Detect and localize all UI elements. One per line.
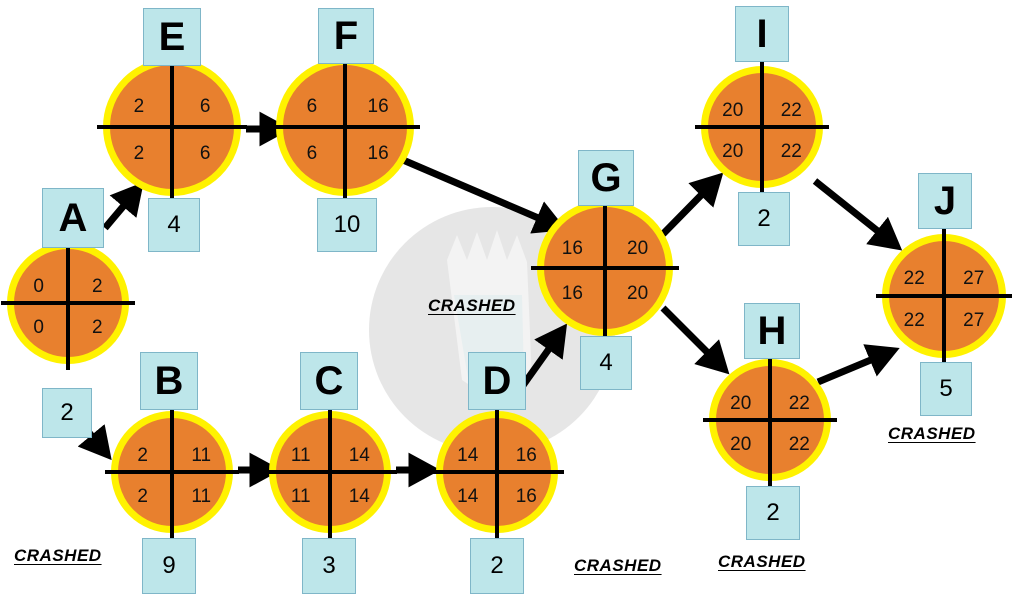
node-horizontal-divider xyxy=(97,125,247,129)
node-e-latest-finish: 6 xyxy=(199,142,211,164)
node-duration-i[interactable]: 2 xyxy=(738,192,790,246)
node-horizontal-divider xyxy=(270,125,420,129)
node-i-earliest-start: 20 xyxy=(722,99,744,121)
node-e-latest-start: 2 xyxy=(133,142,145,164)
node-duration-d[interactable]: 2 xyxy=(470,538,524,594)
node-a-latest-finish: 2 xyxy=(91,316,103,338)
node-duration-j[interactable]: 5 xyxy=(920,362,972,416)
crashed-label-h: CRASHED xyxy=(718,552,806,571)
node-i-latest-start: 20 xyxy=(722,140,744,162)
node-c-latest-finish: 14 xyxy=(348,485,370,507)
node-f-earliest-finish: 16 xyxy=(367,96,389,118)
node-horizontal-divider xyxy=(531,266,679,270)
node-g-latest-start: 16 xyxy=(561,283,583,305)
node-a-earliest-start: 0 xyxy=(33,275,44,297)
node-b-earliest-start: 2 xyxy=(137,444,148,466)
crashed-label-a: CRASHED xyxy=(14,546,102,565)
crashed-label-g: CRASHED xyxy=(428,296,516,315)
node-label-e[interactable]: E xyxy=(143,8,201,66)
node-f-latest-finish: 16 xyxy=(367,142,389,164)
node-horizontal-divider xyxy=(105,470,239,474)
crashed-label-d: CRASHED xyxy=(574,556,662,575)
node-c-earliest-finish: 14 xyxy=(348,444,370,466)
node-b-latest-finish: 11 xyxy=(191,485,212,507)
edge-g-to-i xyxy=(660,172,724,237)
node-b-earliest-finish: 11 xyxy=(191,444,212,466)
node-g-latest-finish: 20 xyxy=(627,283,649,305)
edge-h-to-j xyxy=(816,344,900,386)
node-e-earliest-start: 2 xyxy=(133,96,145,118)
node-horizontal-divider xyxy=(430,470,564,474)
node-j-earliest-finish: 27 xyxy=(963,268,985,290)
node-j-latest-start: 22 xyxy=(903,309,925,331)
node-g-earliest-finish: 20 xyxy=(627,237,649,259)
node-c-earliest-start: 11 xyxy=(290,444,311,466)
node-d-latest-start: 14 xyxy=(457,485,479,507)
node-h-earliest-finish: 22 xyxy=(788,392,810,414)
node-label-j[interactable]: J xyxy=(918,173,972,229)
node-label-a[interactable]: A xyxy=(42,188,104,248)
node-e-earliest-finish: 6 xyxy=(199,96,211,118)
node-horizontal-divider xyxy=(695,125,829,129)
node-c-latest-start: 11 xyxy=(290,485,311,507)
node-label-f[interactable]: F xyxy=(318,8,374,64)
node-f-latest-start: 6 xyxy=(306,142,318,164)
node-label-h[interactable]: H xyxy=(744,303,800,359)
crashed-label-j: CRASHED xyxy=(888,424,976,443)
node-label-b[interactable]: B xyxy=(140,352,198,410)
node-horizontal-divider xyxy=(263,470,397,474)
node-g-earliest-start: 16 xyxy=(561,237,583,259)
node-h-latest-finish: 22 xyxy=(788,433,810,455)
node-duration-h[interactable]: 2 xyxy=(746,486,800,540)
node-duration-f[interactable]: 10 xyxy=(317,198,377,252)
node-d-earliest-finish: 16 xyxy=(515,444,537,466)
node-duration-g[interactable]: 4 xyxy=(580,336,632,390)
node-b-latest-start: 2 xyxy=(137,485,148,507)
node-i-latest-finish: 22 xyxy=(780,140,802,162)
node-horizontal-divider xyxy=(876,294,1012,298)
node-i-earliest-finish: 22 xyxy=(780,99,802,121)
edge-i-to-j xyxy=(812,178,903,251)
diagram-canvas: 0 2 0 2 A 2 CRASHED 2 11 2 11 B 9 11 14 11 14 C 3 14 16 14 16 D… xyxy=(0,0,1024,595)
node-j-earliest-start: 22 xyxy=(903,268,925,290)
node-a-earliest-finish: 2 xyxy=(91,275,103,297)
node-h-earliest-start: 20 xyxy=(730,392,752,414)
node-a-latest-start: 0 xyxy=(33,316,44,338)
node-label-d[interactable]: D xyxy=(468,352,526,410)
edge-a-to-e xyxy=(102,181,144,231)
node-f-earliest-start: 6 xyxy=(306,96,318,118)
node-label-g[interactable]: G xyxy=(578,150,634,206)
edge-g-to-h xyxy=(660,305,730,375)
edge-f-to-g xyxy=(401,156,567,234)
node-d-earliest-start: 14 xyxy=(457,444,479,466)
node-duration-c[interactable]: 3 xyxy=(302,538,356,594)
node-horizontal-divider xyxy=(1,301,135,305)
node-duration-e[interactable]: 4 xyxy=(148,198,200,252)
node-label-i[interactable]: I xyxy=(735,6,789,62)
node-label-c[interactable]: C xyxy=(300,352,358,410)
node-duration-a[interactable]: 2 xyxy=(42,388,92,438)
node-j-latest-finish: 27 xyxy=(963,309,985,331)
node-duration-b[interactable]: 9 xyxy=(142,538,196,594)
node-horizontal-divider xyxy=(703,418,837,422)
node-h-latest-start: 20 xyxy=(730,433,752,455)
node-d-latest-finish: 16 xyxy=(515,485,537,507)
